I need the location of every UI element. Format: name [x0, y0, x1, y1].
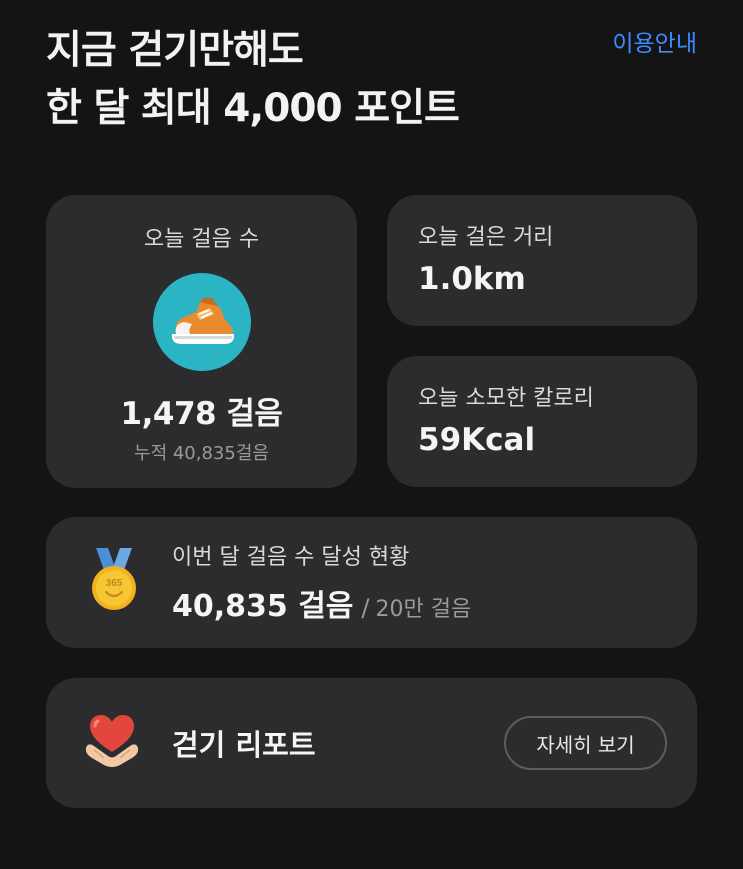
- view-details-button[interactable]: 자세히 보기: [504, 716, 667, 770]
- today-steps-label: 오늘 걸음 수: [143, 227, 260, 252]
- monthly-progress-row: 40,835 걸음/20만 걸음: [172, 581, 471, 625]
- sneaker-icon: [152, 273, 251, 371]
- title-line-1: 지금 걷기만해도: [46, 28, 304, 73]
- medal-text: 365: [106, 578, 123, 589]
- calorie-card: 오늘 소모한 칼로리 59Kcal: [387, 356, 697, 487]
- page-title: 지금 걷기만해도 한 달 최대 4,000 포인트: [46, 22, 460, 138]
- monthly-progress-card: 이번 달 걸음 수 달성 현황 40,835 걸음/20만 걸음: [46, 517, 697, 648]
- calorie-label: 오늘 소모한 칼로리: [418, 386, 594, 411]
- medal-icon: 365: [88, 548, 140, 618]
- heart-hands-icon: [84, 712, 140, 772]
- calorie-value: 59Kcal: [418, 422, 536, 458]
- monthly-goal: 20만 걸음: [375, 597, 472, 622]
- walking-report-card: 걷기 리포트 자세히 보기: [46, 678, 697, 808]
- distance-label: 오늘 걸은 거리: [418, 225, 554, 250]
- distance-card: 오늘 걸은 거리 1.0km: [387, 195, 697, 326]
- today-steps-value: 1,478 걸음: [120, 396, 283, 432]
- monthly-progress-label: 이번 달 걸음 수 달성 현황: [172, 545, 410, 570]
- usage-guide-link[interactable]: 이용안내: [612, 24, 697, 58]
- distance-value: 1.0km: [418, 261, 526, 297]
- title-line-2: 한 달 최대 4,000 포인트: [46, 86, 460, 131]
- cumulative-steps: 누적 40,835걸음: [134, 443, 269, 464]
- walking-report-title: 걷기 리포트: [172, 728, 316, 762]
- today-steps-card: 오늘 걸음 수 1,478 걸음 누적 40,835걸음: [46, 195, 357, 488]
- monthly-separator: /: [361, 594, 370, 622]
- monthly-steps-value: 40,835 걸음: [172, 589, 354, 624]
